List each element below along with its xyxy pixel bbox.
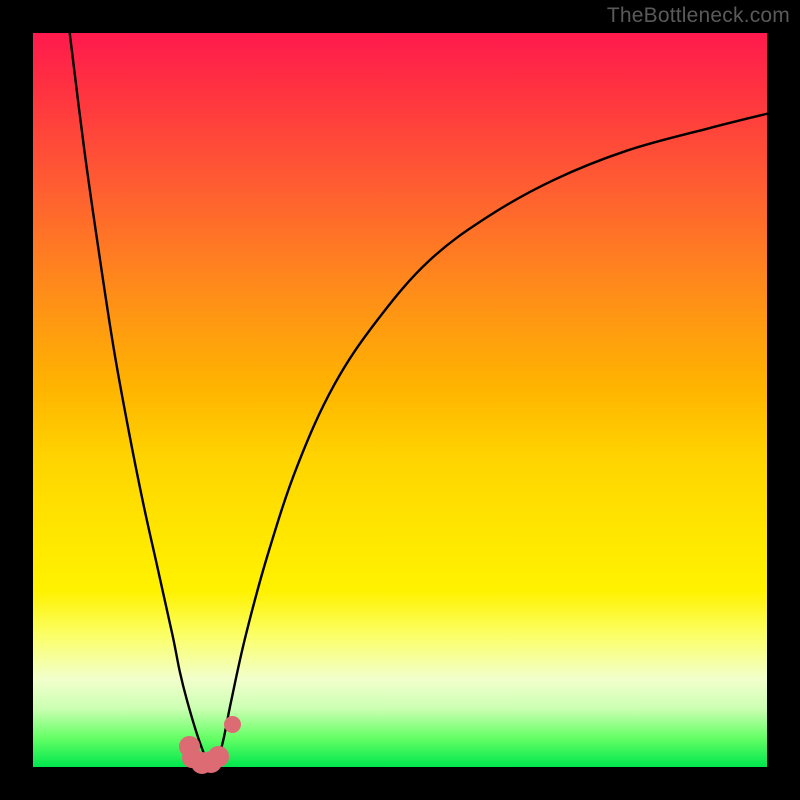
curve-right (217, 114, 768, 767)
curve-left (70, 33, 209, 767)
chart-plot-area (33, 33, 767, 767)
chart-frame: TheBottleneck.com (0, 0, 800, 800)
watermark-text: TheBottleneck.com (607, 4, 790, 28)
chart-curves-svg (33, 33, 767, 767)
marker-dot (208, 746, 229, 767)
